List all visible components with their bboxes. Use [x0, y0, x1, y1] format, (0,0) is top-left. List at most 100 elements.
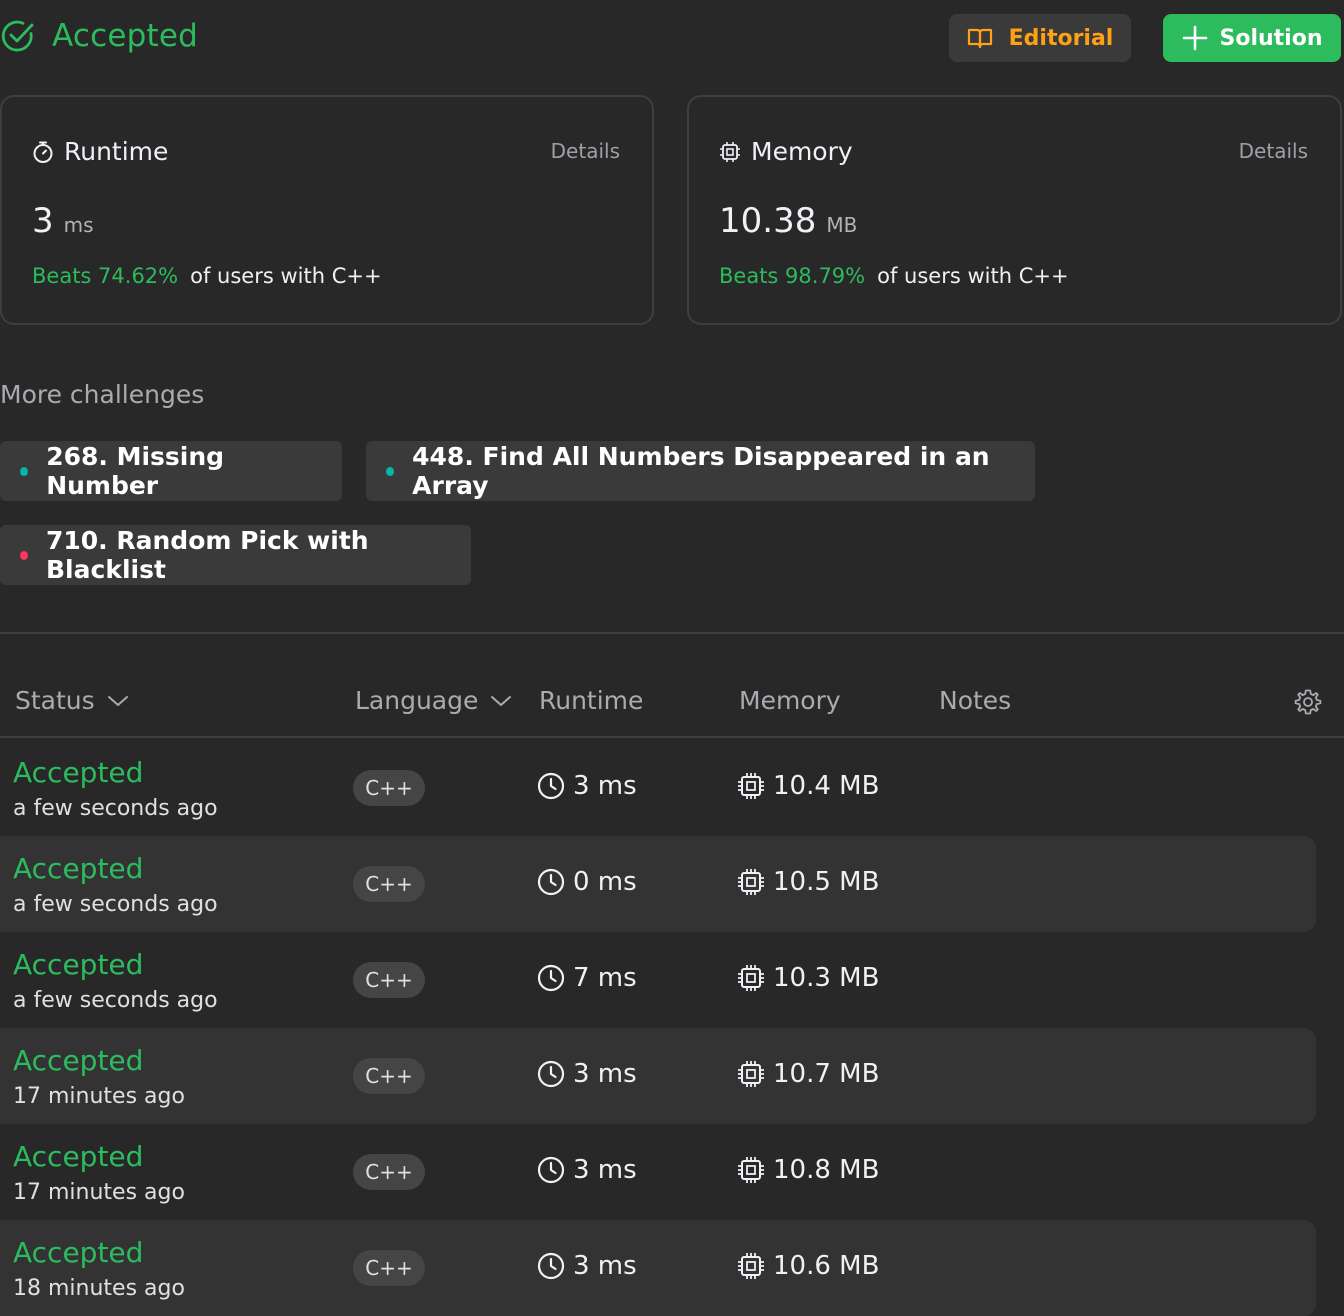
table-row[interactable]: Accepted 17 minutes ago C++ 3 ms 10.8 MB — [0, 1124, 1316, 1220]
row-runtime: 3 ms — [537, 1059, 637, 1089]
result-header: Accepted Editorial Solution — [0, 0, 1344, 80]
editorial-button[interactable]: Editorial — [949, 14, 1131, 62]
status-filter[interactable]: Status — [15, 686, 129, 715]
row-memory-value: 10.3 MB — [773, 963, 880, 993]
memory-number: 10.38 — [719, 201, 817, 241]
memory-card[interactable]: Memory Details 10.38 MB Beats 98.79% of … — [687, 95, 1342, 325]
submissions-list: Accepted a few seconds ago C++ 3 ms 10.4… — [0, 740, 1344, 1316]
clock-icon — [537, 1156, 565, 1184]
row-memory: 10.6 MB — [737, 1251, 879, 1281]
row-runtime-value: 3 ms — [573, 1059, 637, 1089]
runtime-details-link[interactable]: Details — [551, 139, 620, 163]
row-status[interactable]: Accepted — [13, 1044, 143, 1077]
section-divider — [0, 632, 1344, 634]
chip-icon — [719, 141, 741, 163]
runtime-beats-percent: Beats 74.62% — [32, 264, 179, 288]
row-status[interactable]: Accepted — [13, 1236, 143, 1269]
row-language-badge: C++ — [353, 866, 425, 902]
row-status[interactable]: Accepted — [13, 1140, 143, 1173]
row-runtime-value: 3 ms — [573, 771, 637, 801]
row-time: 17 minutes ago — [13, 1084, 185, 1109]
chip-icon — [737, 1156, 765, 1184]
memory-card-header: Memory — [719, 137, 853, 166]
row-memory-value: 10.8 MB — [773, 1155, 880, 1185]
row-runtime-value: 3 ms — [573, 1251, 637, 1281]
submissions-table-header: Status Language Runtime Memory Notes — [0, 670, 1344, 738]
row-time: a few seconds ago — [13, 796, 218, 821]
row-runtime: 3 ms — [537, 1251, 637, 1281]
chip-icon — [737, 964, 765, 992]
more-challenges-title: More challenges — [0, 380, 205, 409]
clock-icon — [537, 772, 565, 800]
row-memory-value: 10.6 MB — [773, 1251, 880, 1281]
row-memory: 10.4 MB — [737, 771, 879, 801]
table-row[interactable]: Accepted 18 minutes ago C++ 3 ms 10.6 MB — [0, 1220, 1316, 1316]
memory-header: Memory — [739, 686, 841, 715]
table-row[interactable]: Accepted a few seconds ago C++ 3 ms 10.4… — [0, 740, 1316, 836]
chevron-down-icon — [107, 694, 129, 708]
row-runtime: 0 ms — [537, 867, 637, 897]
row-status[interactable]: Accepted — [13, 948, 143, 981]
memory-beats-suffix: of users with C++ — [877, 264, 1069, 288]
language-header-label: Language — [355, 686, 479, 715]
difficulty-dot — [386, 466, 395, 476]
row-memory: 10.5 MB — [737, 867, 879, 897]
runtime-card-header: Runtime — [32, 137, 168, 166]
row-runtime-value: 3 ms — [573, 1155, 637, 1185]
row-status[interactable]: Accepted — [13, 852, 143, 885]
row-time: a few seconds ago — [13, 892, 218, 917]
challenge-label: 710. Random Pick with Blacklist — [46, 526, 369, 584]
row-memory: 10.8 MB — [737, 1155, 879, 1185]
add-solution-button[interactable]: Solution — [1163, 14, 1341, 62]
status-title: Accepted — [52, 18, 199, 54]
row-time: a few seconds ago — [13, 988, 218, 1013]
runtime-header: Runtime — [539, 686, 644, 715]
runtime-card[interactable]: Runtime Details 3 ms Beats 74.62% of use… — [0, 95, 654, 325]
chevron-down-icon — [490, 694, 512, 708]
row-runtime-value: 0 ms — [573, 867, 637, 897]
row-runtime-value: 7 ms — [573, 963, 637, 993]
clock-icon — [537, 1060, 565, 1088]
row-language-badge: C++ — [353, 1250, 425, 1286]
runtime-beats-suffix: of users with C++ — [190, 264, 382, 288]
chip-icon — [737, 1252, 765, 1280]
challenge-chip[interactable]: 710. Random Pick with Blacklist — [0, 525, 471, 585]
plus-icon — [1182, 25, 1208, 51]
gear-icon[interactable] — [1294, 688, 1322, 716]
row-memory-value: 10.4 MB — [773, 771, 880, 801]
row-memory-value: 10.7 MB — [773, 1059, 880, 1089]
chip-icon — [737, 1060, 765, 1088]
runtime-value: 3 ms — [32, 201, 94, 241]
row-memory: 10.7 MB — [737, 1059, 879, 1089]
runtime-beats: Beats 74.62% of users with C++ — [32, 264, 382, 288]
table-row[interactable]: Accepted a few seconds ago C++ 0 ms 10.5… — [0, 836, 1316, 932]
chip-icon — [737, 868, 765, 896]
table-row[interactable]: Accepted 17 minutes ago C++ 3 ms 10.7 MB — [0, 1028, 1316, 1124]
runtime-number: 3 — [32, 201, 54, 241]
row-language-badge: C++ — [353, 1058, 425, 1094]
row-time: 18 minutes ago — [13, 1276, 185, 1301]
challenge-label: 268. Missing Number — [46, 442, 225, 500]
challenge-chip[interactable]: 268. Missing Number — [0, 441, 342, 501]
memory-card-title: Memory — [751, 137, 853, 166]
memory-beats-percent: Beats 98.79% — [719, 264, 866, 288]
clock-icon — [537, 868, 565, 896]
memory-details-link[interactable]: Details — [1239, 139, 1308, 163]
row-status[interactable]: Accepted — [13, 756, 143, 789]
challenge-chip[interactable]: 448. Find All Numbers Disappeared in an … — [366, 441, 1035, 501]
check-circle-icon — [0, 18, 36, 54]
row-runtime: 3 ms — [537, 1155, 637, 1185]
difficulty-dot — [20, 466, 29, 476]
status-header-label: Status — [15, 686, 95, 715]
table-row[interactable]: Accepted a few seconds ago C++ 7 ms 10.3… — [0, 932, 1316, 1028]
row-memory: 10.3 MB — [737, 963, 879, 993]
row-language-badge: C++ — [353, 962, 425, 998]
stopwatch-icon — [32, 140, 54, 164]
memory-value: 10.38 MB — [719, 201, 857, 241]
challenge-label: 448. Find All Numbers Disappeared in an … — [412, 442, 990, 500]
clock-icon — [537, 964, 565, 992]
language-filter[interactable]: Language — [355, 686, 512, 715]
memory-beats: Beats 98.79% of users with C++ — [719, 264, 1069, 288]
row-time: 17 minutes ago — [13, 1180, 185, 1205]
chip-icon — [737, 772, 765, 800]
